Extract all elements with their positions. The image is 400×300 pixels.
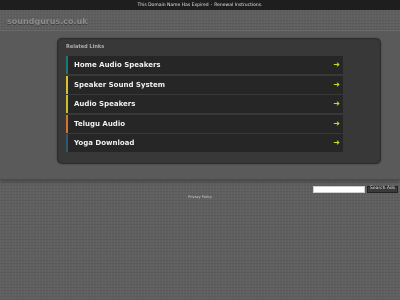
arrow-right-icon: ➜: [333, 79, 340, 89]
notice-separator: -: [210, 2, 213, 8]
related-link-label: Audio Speakers: [74, 100, 136, 109]
related-link-speaker-sound-system[interactable]: Speaker Sound System ➜: [66, 75, 343, 94]
expired-message: This Domain Name Has Expired: [137, 2, 209, 8]
related-link-label: Home Audio Speakers: [74, 61, 161, 69]
link-color-stripe: [66, 95, 68, 114]
footer: Privacy Policy: [0, 195, 400, 199]
related-link-yoga-download[interactable]: Yoga Download ➜: [66, 134, 343, 153]
renewal-instructions-link[interactable]: Renewal Instructions.: [214, 3, 262, 8]
privacy-policy-link[interactable]: Privacy Policy: [188, 195, 212, 199]
link-color-stripe: [66, 114, 68, 133]
related-link-home-audio-speakers[interactable]: Home Audio Speakers ➜: [66, 56, 343, 74]
link-color-stripe: [66, 75, 68, 94]
related-links-list: Home Audio Speakers ➜ Speaker Sound Syst…: [66, 56, 343, 154]
arrow-right-icon: ➜: [333, 118, 340, 128]
related-link-label: Speaker Sound System: [74, 80, 166, 89]
arrow-right-icon: ➜: [333, 138, 340, 148]
arrow-right-icon: ➜: [333, 60, 340, 69]
related-link-audio-speakers[interactable]: Audio Speakers ➜: [66, 95, 343, 114]
domain-title: soundgurus.co.uk: [7, 17, 88, 26]
search-ads-button[interactable]: Search Ads: [367, 186, 399, 193]
search-ads-form: Search Ads: [313, 186, 399, 193]
link-color-stripe: [66, 56, 68, 74]
expired-notice-bar: This Domain Name Has Expired - Renewal I…: [0, 0, 400, 10]
related-link-label: Telugu Audio: [74, 119, 126, 128]
related-link-label: Yoga Download: [74, 139, 135, 148]
related-link-telugu-audio[interactable]: Telugu Audio ➜: [66, 114, 343, 133]
link-color-stripe: [66, 134, 68, 153]
search-ads-input[interactable]: [313, 186, 365, 193]
arrow-right-icon: ➜: [333, 99, 340, 109]
related-links-title: Related Links: [66, 44, 105, 50]
